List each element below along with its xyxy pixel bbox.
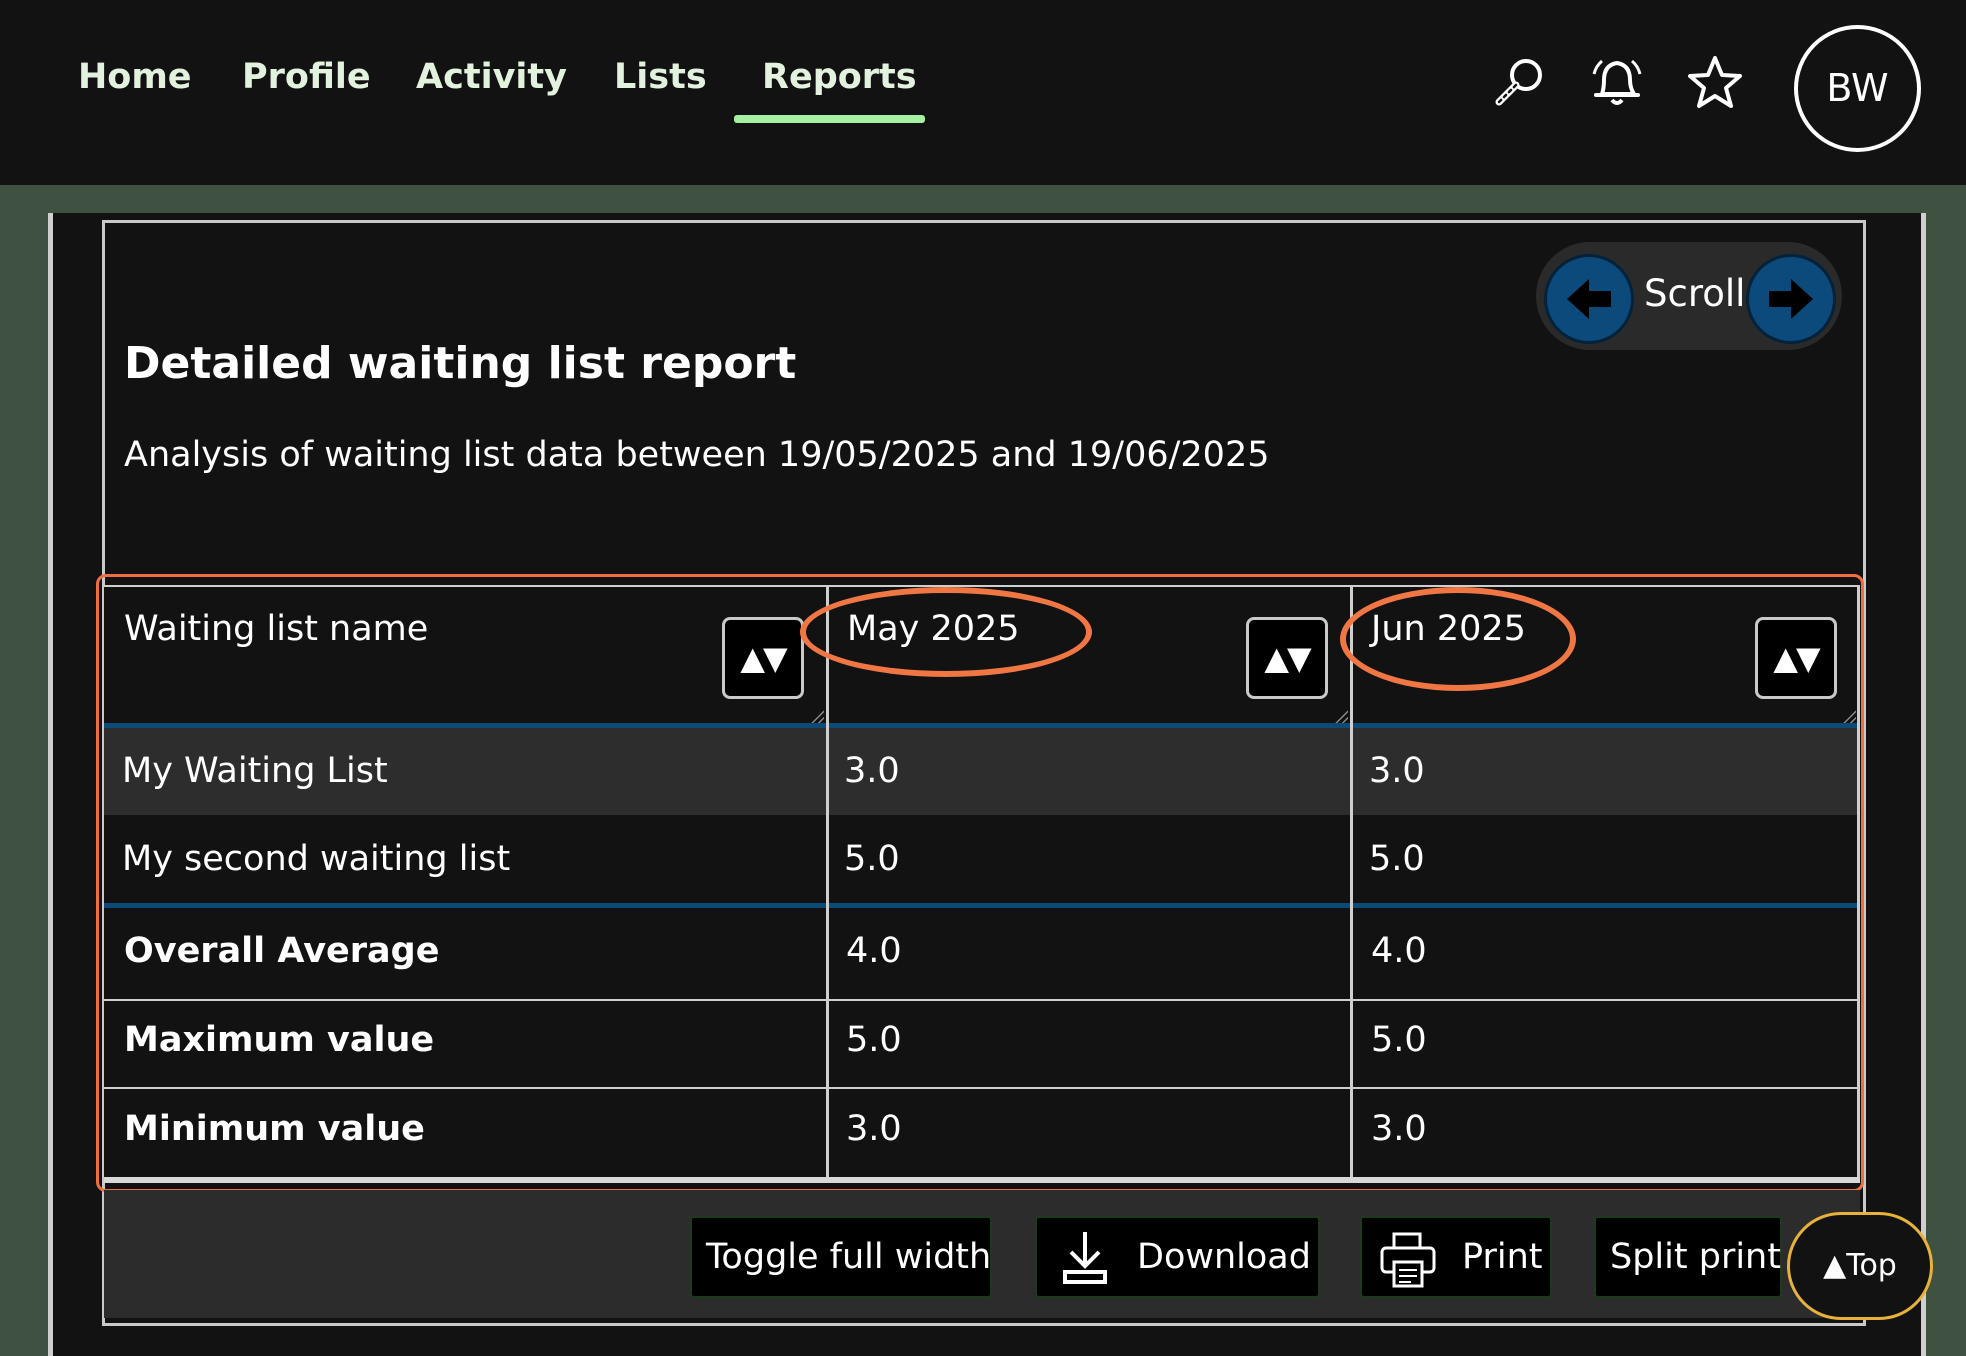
- summary-average-label: Overall Average: [124, 931, 440, 971]
- summary-minimum-label: Minimum value: [124, 1109, 425, 1149]
- toggle-full-width-button[interactable]: Toggle full width: [690, 1216, 992, 1298]
- print-button[interactable]: Print: [1360, 1216, 1552, 1298]
- header-waiting-list-name: Waiting list name: [124, 609, 429, 649]
- split-print-button[interactable]: Split print: [1594, 1216, 1782, 1298]
- star-icon[interactable]: [1680, 48, 1750, 118]
- summary-minimum-jun: 3.0: [1371, 1109, 1427, 1149]
- row-1-jun: 3.0: [1369, 751, 1425, 791]
- row-1-may: 3.0: [844, 751, 900, 791]
- column-divider: [1350, 585, 1353, 1177]
- download-label: Download: [1137, 1237, 1311, 1277]
- top-navigation-bar: Home Profile Activity Lists Reports BW: [0, 0, 1966, 185]
- waiting-list-table: Waiting list name May 2025 Jun 2025 ▲▼ ▲…: [104, 585, 1860, 1183]
- summary-minimum-may: 3.0: [846, 1109, 902, 1149]
- summary-average-may: 4.0: [846, 931, 902, 971]
- printer-icon: [1380, 1232, 1436, 1288]
- active-tab-indicator: [734, 115, 925, 123]
- sort-jun-2025-button[interactable]: ▲▼: [1755, 617, 1837, 699]
- header-may-2025: May 2025: [847, 609, 1020, 649]
- user-avatar[interactable]: BW: [1794, 25, 1921, 152]
- header-jun-2025: Jun 2025: [1371, 609, 1526, 649]
- scroll-label: Scroll: [1644, 272, 1746, 315]
- toggle-full-width-label: Toggle full width: [706, 1237, 992, 1277]
- summary-maximum-label: Maximum value: [124, 1020, 435, 1060]
- row-2-may: 5.0: [844, 839, 900, 879]
- split-print-label: Split print: [1610, 1237, 1781, 1277]
- back-to-top-button[interactable]: ▲Top: [1787, 1212, 1933, 1320]
- column-resize-handle[interactable]: [1842, 709, 1856, 723]
- bell-icon[interactable]: [1582, 48, 1652, 118]
- nav-home[interactable]: Home: [78, 52, 192, 102]
- summary-maximum-may: 5.0: [846, 1020, 902, 1060]
- row-divider: [104, 1087, 1860, 1089]
- arrow-left-icon: [1567, 279, 1611, 319]
- nav-reports[interactable]: Reports: [762, 52, 917, 102]
- report-subtitle: Analysis of waiting list data between 19…: [124, 435, 1270, 475]
- column-divider: [1857, 585, 1860, 1177]
- nav-lists[interactable]: Lists: [614, 52, 707, 102]
- sort-waiting-list-name-button[interactable]: ▲▼: [722, 617, 804, 699]
- table-bottom-border: [104, 1177, 1860, 1183]
- scroll-control: Scroll: [1536, 242, 1842, 350]
- arrow-right-icon: [1769, 279, 1813, 319]
- scroll-right-button[interactable]: [1746, 254, 1836, 344]
- scroll-left-button[interactable]: [1544, 254, 1634, 344]
- summary-maximum-jun: 5.0: [1371, 1020, 1427, 1060]
- search-icon[interactable]: [1486, 48, 1556, 118]
- row-1-name: My Waiting List: [122, 751, 388, 791]
- summary-average-jun: 4.0: [1371, 931, 1427, 971]
- row-2-jun: 5.0: [1369, 839, 1425, 879]
- report-title: Detailed waiting list report: [124, 338, 797, 389]
- row-divider: [104, 999, 1860, 1001]
- nav-profile[interactable]: Profile: [242, 52, 371, 102]
- column-divider: [826, 585, 829, 1177]
- download-button[interactable]: Download: [1035, 1216, 1320, 1298]
- download-icon: [1063, 1232, 1107, 1284]
- print-label: Print: [1462, 1237, 1543, 1277]
- table-top-border: [104, 585, 1860, 587]
- column-resize-handle[interactable]: [1334, 709, 1348, 723]
- sort-may-2025-button[interactable]: ▲▼: [1246, 617, 1328, 699]
- column-resize-handle[interactable]: [810, 709, 824, 723]
- summary-divider: [104, 903, 1860, 908]
- row-2-name: My second waiting list: [122, 839, 511, 879]
- nav-activity[interactable]: Activity: [416, 52, 567, 102]
